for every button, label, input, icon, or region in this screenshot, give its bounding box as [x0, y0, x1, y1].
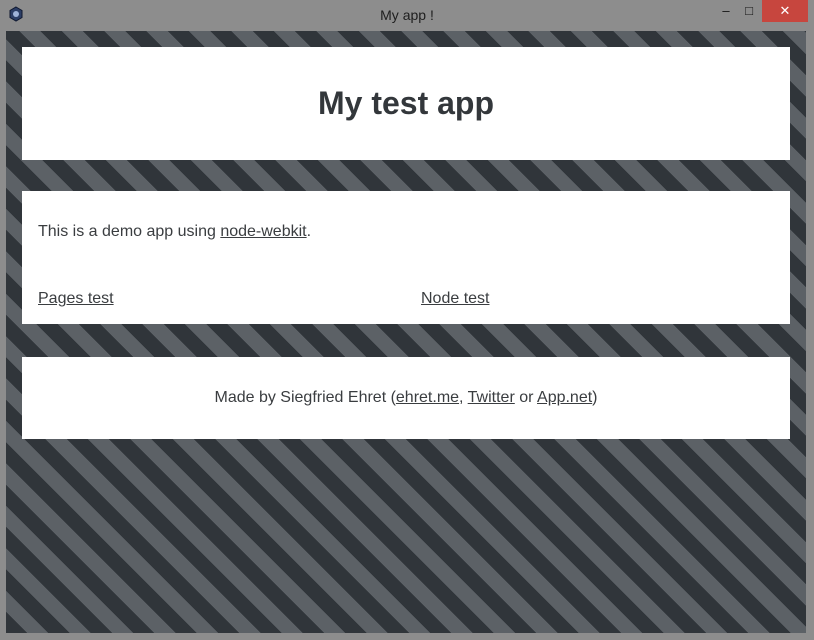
credits-sep-1: ,	[459, 389, 468, 406]
window-title: My app !	[380, 7, 434, 23]
credits-sep-2: or	[514, 389, 538, 406]
intro-suffix: .	[306, 223, 312, 240]
app-viewport: My test app This is a demo app using nod…	[6, 31, 806, 633]
app-window: My app ! – □ ✕ My test app This is a dem…	[0, 0, 814, 640]
main-card: This is a demo app using node-webkit. Pa…	[22, 191, 790, 324]
page-title: My test app	[317, 85, 495, 121]
credits-suffix: )	[592, 389, 598, 406]
title-bar[interactable]: My app ! – □ ✕	[0, 0, 814, 31]
intro-prefix: This is a demo app using	[38, 223, 221, 240]
maximize-button[interactable]: □	[736, 0, 762, 22]
app-net-link[interactable]: App.net	[537, 389, 592, 406]
close-button[interactable]: ✕	[762, 0, 808, 22]
node-webkit-link[interactable]: node-webkit	[220, 223, 306, 240]
window-bottom-edge	[0, 633, 814, 640]
twitter-link[interactable]: Twitter	[468, 389, 515, 406]
intro-text: This is a demo app using node-webkit.	[38, 223, 311, 241]
credits-prefix: Made by Siegfried Ehret (	[214, 389, 396, 406]
credits-text: Made by Siegfried Ehret (ehret.me, Twitt…	[22, 357, 790, 439]
ehret-me-link[interactable]: ehret.me	[396, 389, 459, 406]
node-test-link[interactable]: Node test	[421, 290, 489, 308]
pages-test-link[interactable]: Pages test	[38, 290, 114, 308]
footer-card: Made by Siegfried Ehret (ehret.me, Twitt…	[22, 357, 790, 439]
header-card: My test app	[22, 47, 790, 160]
